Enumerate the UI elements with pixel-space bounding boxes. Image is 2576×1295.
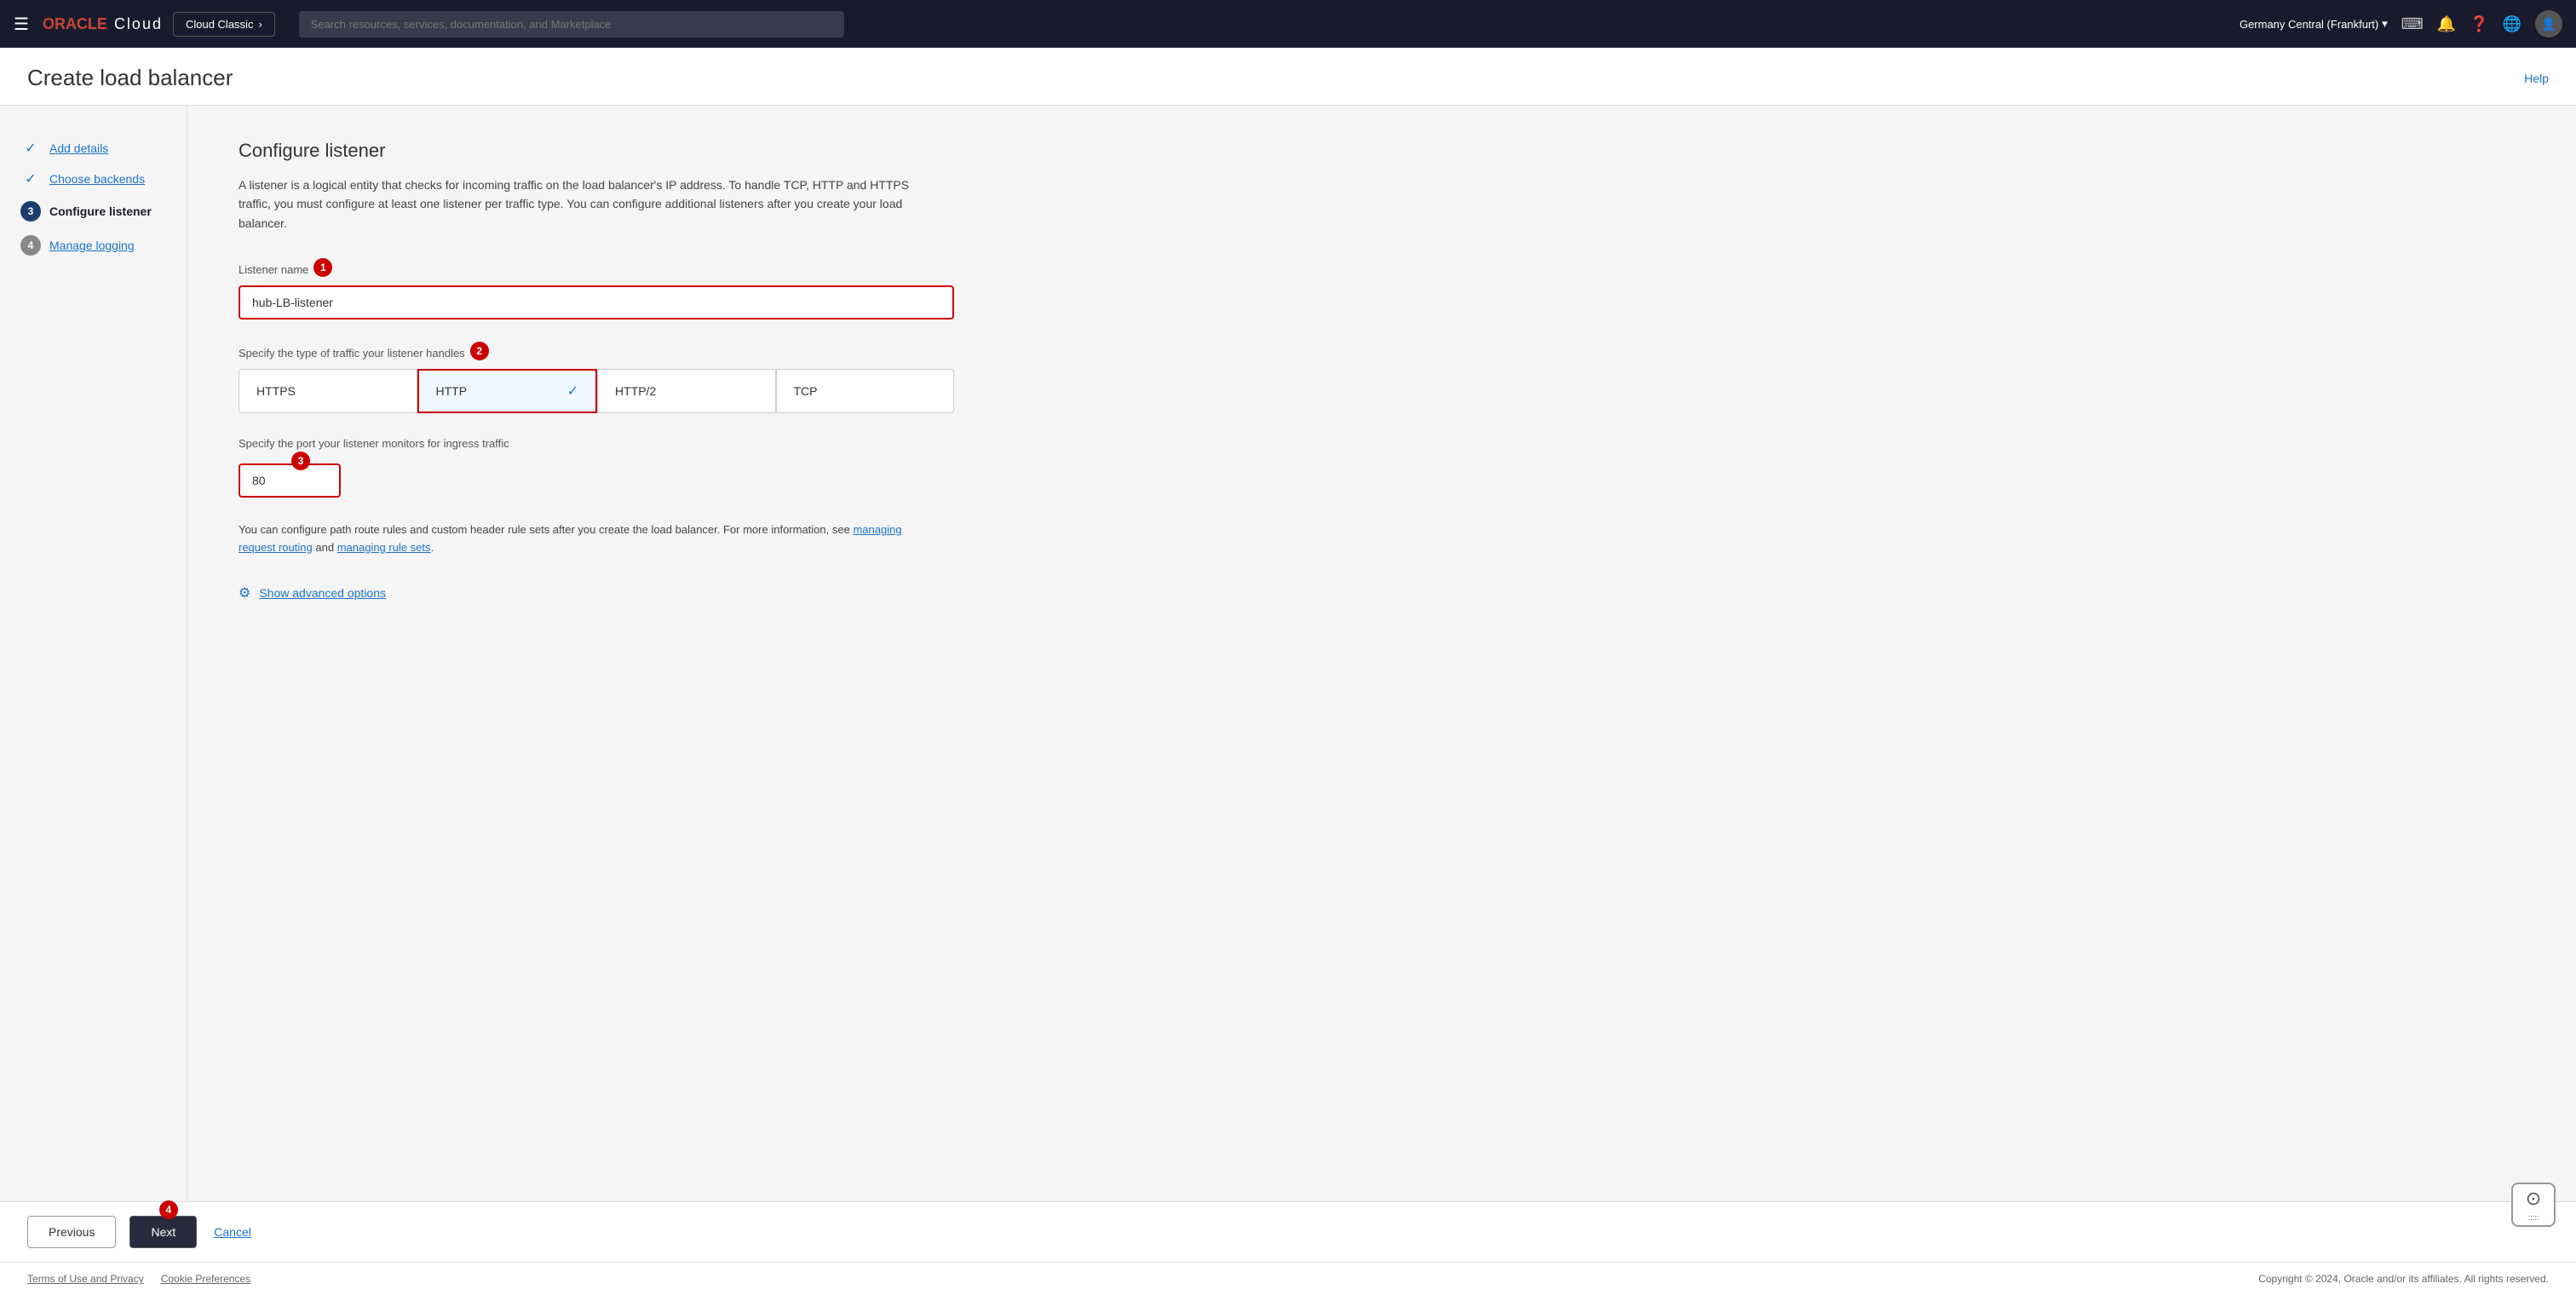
listener-name-input[interactable] — [239, 285, 954, 319]
sidebar-item-manage-logging[interactable]: 4 Manage logging — [20, 228, 166, 262]
search-input[interactable] — [299, 11, 844, 37]
managing-rule-sets-link[interactable]: managing rule sets — [337, 541, 431, 554]
footer-links: Terms of Use and Privacy Cookie Preferen… — [27, 1273, 250, 1285]
region-selector[interactable]: Germany Central (Frankfurt) ▾ — [2240, 17, 2388, 31]
bell-icon[interactable]: 🔔 — [2437, 15, 2456, 33]
traffic-option-http2[interactable]: HTTP/2 — [597, 369, 776, 413]
section-description: A listener is a logical entity that chec… — [239, 176, 937, 233]
traffic-type-label: Specify the type of traffic your listene… — [239, 347, 465, 360]
terms-of-use-link[interactable]: Terms of Use and Privacy — [27, 1273, 144, 1285]
page-footer: Terms of Use and Privacy Cookie Preferen… — [0, 1262, 2576, 1295]
globe-icon[interactable]: 🌐 — [2503, 15, 2521, 33]
step4-circle: 4 — [20, 235, 41, 256]
sidebar-label-add-details: Add details — [49, 141, 108, 155]
traffic-type-selector: HTTPS HTTP ✓ HTTP/2 TCP — [239, 369, 954, 413]
port-label: Specify the port your listener monitors … — [239, 437, 509, 450]
page-body: ✓ Add details ✓ Choose backends 3 Config… — [0, 106, 2576, 1201]
info-text: You can configure path route rules and c… — [239, 521, 937, 557]
section-title: Configure listener — [239, 140, 2525, 162]
topnav-icons: ⌨ 🔔 ❓ 🌐 👤 — [2401, 10, 2562, 37]
badge-4: 4 — [159, 1200, 178, 1219]
help-link[interactable]: Help — [2524, 72, 2549, 85]
http-selected-icon: ✓ — [567, 383, 578, 400]
port-group: Specify the port your listener monitors … — [239, 437, 2525, 498]
badge-1: 1 — [313, 258, 332, 277]
listener-name-group: Listener name 1 — [239, 260, 2525, 319]
traffic-option-tcp[interactable]: TCP — [776, 369, 955, 413]
advanced-options-label: Show advanced options — [259, 586, 386, 600]
advanced-options-icon: ⚙ — [239, 584, 250, 601]
sidebar-label-configure-listener: Configure listener — [49, 204, 152, 218]
step2-check-icon: ✓ — [20, 170, 41, 187]
step1-check-icon: ✓ — [20, 140, 41, 157]
sidebar-item-configure-listener[interactable]: 3 Configure listener — [20, 194, 166, 228]
traffic-option-http[interactable]: HTTP ✓ — [417, 369, 598, 413]
port-input[interactable] — [239, 463, 341, 498]
badge-3: 3 — [291, 452, 310, 470]
listener-name-label: Listener name — [239, 263, 308, 276]
copyright-text: Copyright © 2024, Oracle and/or its affi… — [2258, 1273, 2549, 1285]
page-header: Create load balancer Help — [0, 48, 2576, 106]
top-navigation: ☰ ORACLE Cloud Cloud Classic › Germany C… — [0, 0, 2576, 48]
help-circle-icon[interactable]: ❓ — [2470, 15, 2488, 33]
next-button[interactable]: Next — [129, 1216, 197, 1248]
wizard-sidebar: ✓ Add details ✓ Choose backends 3 Config… — [0, 106, 187, 1201]
sidebar-item-add-details[interactable]: ✓ Add details — [20, 133, 166, 164]
terminal-icon[interactable]: ⌨ — [2401, 15, 2424, 33]
step3-circle: 3 — [20, 201, 41, 222]
cloud-wordmark: Cloud — [114, 15, 163, 33]
topnav-right-section: Germany Central (Frankfurt) ▾ ⌨ 🔔 ❓ 🌐 👤 — [2240, 10, 2562, 37]
info-text-group: You can configure path route rules and c… — [239, 521, 2525, 557]
badge-2: 2 — [470, 342, 489, 360]
user-avatar[interactable]: 👤 — [2535, 10, 2562, 37]
cloud-classic-button[interactable]: Cloud Classic › — [173, 12, 275, 37]
main-content: Configure listener A listener is a logic… — [187, 106, 2576, 1201]
oracle-logo: ORACLE Cloud — [43, 15, 163, 33]
search-bar[interactable] — [299, 11, 844, 37]
sidebar-label-choose-backends: Choose backends — [49, 172, 145, 186]
help-float-button[interactable]: ⊙ ::::: — [2511, 1183, 2556, 1227]
hamburger-menu-icon[interactable]: ☰ — [14, 14, 29, 35]
help-float-icon: ⊙ — [2526, 1188, 2541, 1210]
traffic-type-group: Specify the type of traffic your listene… — [239, 343, 2525, 413]
sidebar-item-choose-backends[interactable]: ✓ Choose backends — [20, 164, 166, 194]
previous-button[interactable]: Previous — [27, 1216, 116, 1248]
traffic-option-https[interactable]: HTTPS — [239, 369, 417, 413]
sidebar-label-manage-logging: Manage logging — [49, 239, 135, 252]
oracle-wordmark: ORACLE — [43, 15, 107, 33]
bottom-action-bar: Previous 4 Next Cancel — [0, 1201, 2576, 1262]
cookie-preferences-link[interactable]: Cookie Preferences — [161, 1273, 250, 1285]
show-advanced-options[interactable]: ⚙ Show advanced options — [239, 584, 2525, 601]
page-title: Create load balancer — [27, 65, 233, 91]
cancel-button[interactable]: Cancel — [210, 1217, 255, 1247]
